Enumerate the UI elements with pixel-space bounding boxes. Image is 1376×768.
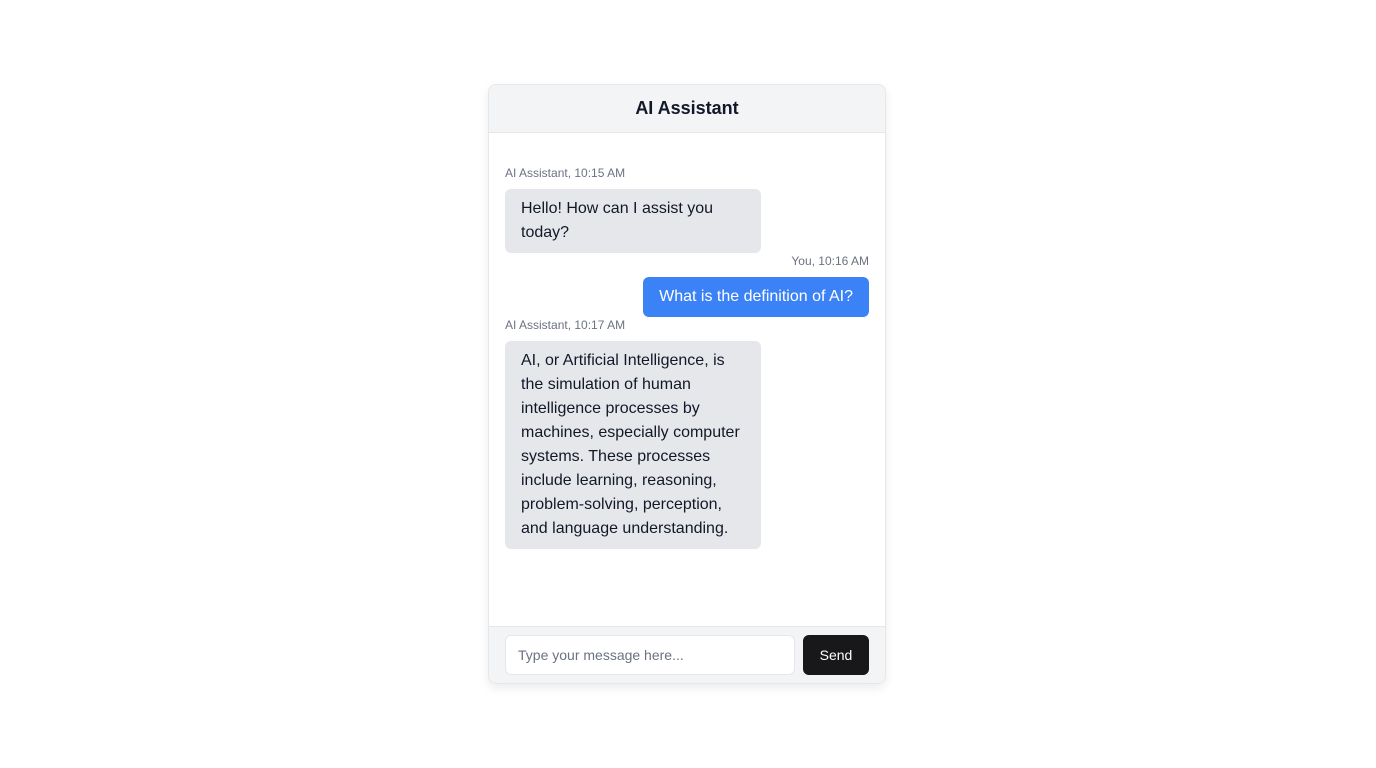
chat-window: AI Assistant AI Assistant, 10:15 AM Hell…	[488, 84, 886, 684]
message-meta: You, 10:16 AM	[791, 254, 869, 268]
message-list: AI Assistant, 10:15 AM Hello! How can I …	[489, 133, 885, 627]
message-input[interactable]	[505, 635, 795, 675]
send-button[interactable]: Send	[803, 635, 869, 675]
composer: Send	[489, 626, 885, 683]
message-meta: AI Assistant, 10:15 AM	[505, 166, 626, 180]
message-meta: AI Assistant, 10:17 AM	[505, 318, 626, 332]
message-bot: AI Assistant, 10:17 AM AI, or Artificial…	[505, 317, 869, 549]
message-bot: AI Assistant, 10:15 AM Hello! How can I …	[505, 165, 869, 253]
chat-header: AI Assistant	[489, 85, 885, 133]
chat-title: AI Assistant	[635, 98, 739, 118]
message-bubble-bot: Hello! How can I assist you today?	[505, 189, 761, 253]
message-bubble-user: What is the definition of AI?	[643, 277, 869, 317]
message-user: You, 10:16 AM What is the definition of …	[505, 253, 869, 317]
message-bubble-bot: AI, or Artificial Intelligence, is the s…	[505, 341, 761, 549]
